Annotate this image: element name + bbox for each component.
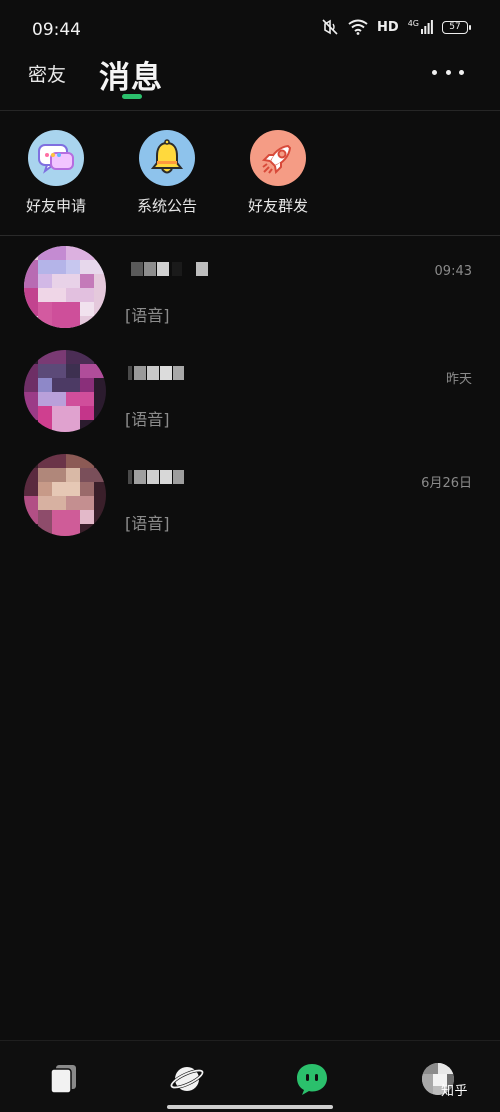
chat-preview: [语音] [125,306,170,325]
friend-requests-shortcut[interactable]: 好友申请 [16,130,96,216]
avatar[interactable] [24,454,106,536]
status-time: 09:44 [32,20,81,40]
more-dot [459,69,464,75]
chat-time: 昨天 [445,372,472,387]
shortcut-label: 好友申请 [25,197,86,215]
more-dot [432,69,437,75]
chat-list-item[interactable]: [语音] 09:43 [0,236,500,340]
chat-bubbles-icon [28,130,84,186]
bell-icon [139,130,195,186]
chat-time: 6月26日 [421,476,472,491]
rocket-icon [250,130,306,186]
cards-icon[interactable] [44,1059,84,1099]
tab-messages[interactable]: 消息 [99,52,163,97]
chat-preview: [语音] [125,514,170,533]
home-indicator[interactable] [167,1105,333,1109]
chat-time: 09:43 [434,264,472,279]
mute-vibrate-icon [322,19,338,35]
message-icon[interactable] [292,1059,332,1099]
battery-icon: 57 [442,20,471,34]
signal-group: 4G [408,20,433,34]
chat-preview: [语音] [125,410,170,429]
chat-list-item[interactable]: [语音] 6月26日 [0,444,500,548]
planet-icon[interactable] [167,1059,207,1099]
wifi-icon [348,19,368,35]
bottom-nav [0,1040,500,1112]
group-broadcast-shortcut[interactable]: 好友群发 [238,130,318,216]
active-tab-indicator [122,94,142,99]
battery-level: 57 [449,22,461,32]
avatar[interactable] [24,350,106,432]
status-bar: 09:44 HD 4G 57 [0,0,500,44]
tab-close-friends[interactable]: 密友 [28,60,66,87]
header: 密友 消息 [0,44,500,111]
chat-list-item[interactable]: [语音] 昨天 [0,340,500,444]
shortcut-row: 好友申请 系统公告 好友群发 [0,111,500,236]
avatar[interactable] [24,246,106,328]
shortcut-label: 系统公告 [136,197,197,215]
system-notice-shortcut[interactable]: 系统公告 [127,130,207,216]
network-type: 4G [407,19,419,28]
zhihu-watermark: 知乎 [441,1084,469,1099]
signal-icon [421,20,433,34]
status-icons: HD 4G 57 [321,18,471,36]
more-options-button[interactable] [432,62,464,82]
more-dot [445,69,451,75]
hd-indicator: HD [377,19,399,35]
shortcut-label: 好友群发 [247,197,308,215]
